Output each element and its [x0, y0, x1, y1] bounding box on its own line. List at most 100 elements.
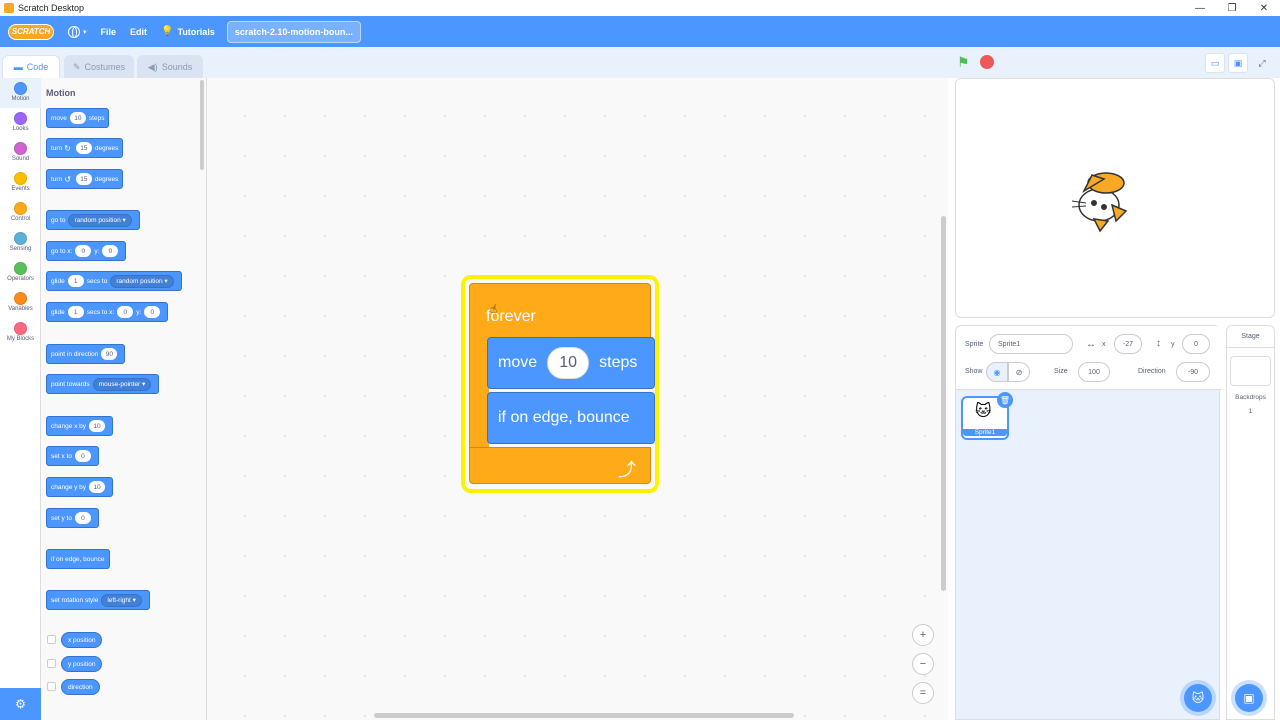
- scratch-logo[interactable]: SCRATCH: [8, 23, 54, 40]
- large-stage-button[interactable]: ▣: [1228, 53, 1248, 73]
- file-menu[interactable]: File: [101, 16, 117, 47]
- category-looks[interactable]: Looks: [0, 108, 41, 138]
- block-turn-right[interactable]: turn ↻ 15 degrees: [46, 138, 124, 158]
- x-input[interactable]: -27: [1114, 334, 1142, 354]
- block-input[interactable]: 0: [102, 245, 119, 257]
- block-turn-left[interactable]: turn ↺ 15 degrees: [46, 169, 124, 189]
- direction-input[interactable]: -90: [1176, 362, 1210, 382]
- block-dropdown[interactable]: left-right ▾: [101, 593, 142, 607]
- direction-checkbox[interactable]: [47, 682, 56, 691]
- block-input[interactable]: 1: [67, 306, 84, 318]
- workspace-vertical-scrollbar[interactable]: [941, 216, 946, 591]
- tab-costumes[interactable]: ✎ Costumes: [64, 55, 134, 78]
- block-input[interactable]: 15: [75, 173, 92, 185]
- sensing-color-dot: [14, 232, 27, 245]
- block-input[interactable]: 90: [101, 348, 118, 360]
- maximize-button[interactable]: ❐: [1216, 0, 1248, 16]
- loop-arrow-icon: ⤴: [618, 460, 636, 480]
- zoom-reset-button[interactable]: =: [912, 682, 934, 704]
- sprite-name-input[interactable]: Sprite1: [989, 334, 1073, 354]
- y-position-checkbox[interactable]: [47, 659, 56, 668]
- forever-block[interactable]: forever ☝: [469, 283, 651, 343]
- forever-script[interactable]: forever ☝ move 10 steps if on edge, boun…: [465, 279, 655, 489]
- block-set-y[interactable]: set y to 0: [46, 508, 99, 528]
- block-input[interactable]: 1: [67, 275, 84, 287]
- category-variables[interactable]: Variables: [0, 288, 41, 318]
- block-glide-to[interactable]: glide 1 secs to random position ▾: [46, 271, 182, 291]
- block-go-to-xy[interactable]: go to x: 0 y: 0: [46, 241, 127, 261]
- block-go-to[interactable]: go to random position ▾: [46, 210, 140, 230]
- category-motion[interactable]: Motion: [0, 78, 41, 108]
- block-input[interactable]: 0: [74, 450, 91, 462]
- zoom-in-button[interactable]: +: [912, 624, 934, 646]
- stage-header: ⚑ ▭ ▣ ⤢: [948, 47, 1280, 78]
- block-input[interactable]: 10: [89, 481, 106, 493]
- block-set-x[interactable]: set x to 0: [46, 446, 99, 466]
- add-extension-button[interactable]: ⚙: [0, 688, 41, 720]
- block-input[interactable]: 15: [75, 142, 92, 154]
- stage-canvas[interactable]: [955, 78, 1275, 318]
- x-position-checkbox[interactable]: [47, 635, 56, 644]
- reporter-direction[interactable]: direction: [61, 679, 100, 695]
- show-visible-button[interactable]: ◉: [986, 362, 1008, 382]
- zoom-out-button[interactable]: −: [912, 653, 934, 675]
- block-input[interactable]: 0: [144, 306, 161, 318]
- stop-icon[interactable]: [980, 55, 994, 69]
- tab-sounds[interactable]: ◀) Sounds: [137, 55, 203, 78]
- reporter-y-position[interactable]: y position: [61, 656, 103, 672]
- script-move-block[interactable]: move 10 steps: [487, 337, 655, 389]
- window-controls: — ❐ ✕: [1184, 0, 1280, 16]
- close-button[interactable]: ✕: [1248, 0, 1280, 16]
- block-change-x[interactable]: change x by 10: [46, 416, 114, 436]
- block-change-y[interactable]: change y by 10: [46, 477, 114, 497]
- sprite-name-label: Sprite: [965, 341, 984, 348]
- block-input[interactable]: 0: [117, 306, 134, 318]
- block-input[interactable]: 10: [89, 420, 106, 432]
- block-if-on-edge-bounce[interactable]: if on edge, bounce: [46, 549, 110, 569]
- category-sound[interactable]: Sound: [0, 138, 41, 168]
- green-flag-icon[interactable]: ⚑: [957, 54, 973, 70]
- choose-sprite-button[interactable]: 🐱: [1184, 684, 1212, 712]
- block-dropdown[interactable]: random position ▾: [110, 274, 174, 288]
- block-input[interactable]: 0: [74, 512, 91, 524]
- stage-thumbnail[interactable]: [1230, 356, 1271, 386]
- block-input[interactable]: 0: [75, 245, 92, 257]
- project-title-input[interactable]: scratch-2.10-motion-boun...: [226, 20, 361, 43]
- category-control[interactable]: Control: [0, 198, 41, 228]
- choose-backdrop-button[interactable]: ▣: [1235, 684, 1263, 712]
- script-workspace[interactable]: forever ☝ move 10 steps if on edge, boun…: [207, 78, 948, 720]
- workspace-horizontal-scrollbar[interactable]: [374, 713, 794, 718]
- category-my-blocks[interactable]: My Blocks: [0, 318, 41, 348]
- sprite-thumbnail[interactable]: 🐱 Sprite1 🗑: [961, 392, 1013, 440]
- stage-selector[interactable]: Stage Backdrops 1 ▣: [1226, 325, 1275, 720]
- block-set-rotation-style[interactable]: set rotation style left-right ▾: [46, 590, 150, 610]
- block-input[interactable]: 10: [69, 112, 86, 124]
- block-move-steps[interactable]: move 10 steps: [46, 108, 110, 128]
- block-point-towards[interactable]: point towards mouse-pointer ▾: [46, 374, 160, 394]
- tab-code[interactable]: ▬ Code: [2, 55, 60, 78]
- edit-menu[interactable]: Edit: [130, 16, 147, 47]
- fullscreen-icon[interactable]: ⤢: [1252, 53, 1272, 73]
- block-text: degrees: [94, 144, 119, 152]
- y-input[interactable]: 0: [1182, 334, 1210, 354]
- palette-scrollbar[interactable]: [200, 80, 204, 170]
- block-point-in-direction[interactable]: point in direction 90: [46, 344, 126, 364]
- block-dropdown[interactable]: random position ▾: [68, 213, 132, 227]
- show-hidden-button[interactable]: ⊘: [1008, 362, 1030, 382]
- category-operators[interactable]: Operators: [0, 258, 41, 288]
- size-input[interactable]: 100: [1078, 362, 1110, 382]
- reporter-x-position[interactable]: x position: [61, 632, 103, 648]
- move-steps-input[interactable]: 10: [547, 347, 590, 379]
- category-sensing[interactable]: Sensing: [0, 228, 41, 258]
- category-events[interactable]: Events: [0, 168, 41, 198]
- tutorials-menu[interactable]: 💡 Tutorials: [161, 16, 215, 47]
- language-menu[interactable]: ▾: [68, 16, 87, 47]
- cat-sprite[interactable]: [1064, 161, 1134, 233]
- editor-tabs: ▬ Code ✎ Costumes ◀) Sounds: [0, 47, 948, 78]
- block-dropdown[interactable]: mouse-pointer ▾: [92, 377, 152, 391]
- minimize-button[interactable]: —: [1184, 0, 1216, 16]
- trash-icon[interactable]: 🗑: [997, 392, 1013, 408]
- block-glide-xy[interactable]: glide 1 secs to x: 0 y: 0: [46, 302, 169, 322]
- small-stage-button[interactable]: ▭: [1205, 53, 1225, 73]
- script-bounce-block[interactable]: if on edge, bounce: [487, 392, 655, 444]
